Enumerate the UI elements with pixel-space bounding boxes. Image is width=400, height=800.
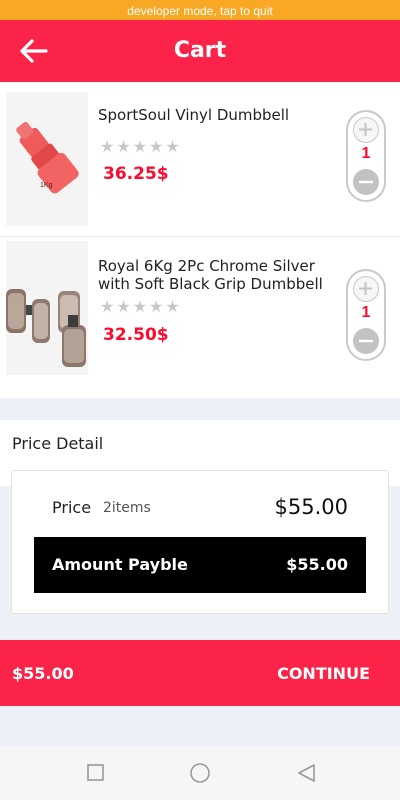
app-bar: Cart	[0, 20, 400, 82]
rating-stars: ★★★★★	[100, 137, 182, 156]
quantity-stepper: 1	[346, 110, 386, 202]
minus-icon[interactable]	[353, 169, 379, 195]
developer-mode-banner[interactable]: developer mode, tap to quit	[0, 0, 400, 20]
amount-payable-value: $55.00	[286, 555, 348, 574]
price-detail-card: Price 2items $55.00 Amount Payble $55.00	[11, 470, 389, 614]
continue-button[interactable]: CONTINUE	[277, 664, 370, 683]
item-name: SportSoul Vinyl Dumbbell	[98, 106, 290, 124]
price-label: Price	[52, 498, 92, 517]
quantity-value: 1	[361, 145, 371, 162]
image-weight-label: 1Kg	[40, 182, 53, 189]
price-total: $55.00	[274, 495, 348, 519]
quantity-stepper: 1	[346, 269, 386, 361]
product-image-chrome-dumbbell	[6, 241, 88, 375]
minus-icon[interactable]	[353, 328, 379, 354]
item-name: Royal 6Kg 2Pc Chrome Silver with Soft Bl…	[98, 257, 323, 293]
item-price: 36.25$	[103, 164, 169, 184]
checkout-total: $55.00	[12, 664, 74, 683]
plus-icon[interactable]	[353, 276, 379, 302]
rating-stars: ★★★★★	[100, 297, 182, 316]
quantity-value: 1	[361, 304, 371, 321]
checkout-bar: $55.00 CONTINUE	[0, 640, 400, 706]
plus-icon[interactable]	[353, 117, 379, 143]
product-image-vinyl-dumbbell: 1Kg	[6, 92, 88, 226]
square-icon[interactable]	[85, 762, 107, 784]
cart-item[interactable]: Royal 6Kg 2Pc Chrome Silver with Soft Bl…	[0, 236, 400, 384]
back-triangle-icon[interactable]	[296, 762, 318, 784]
item-price: 32.50$	[103, 325, 169, 345]
amount-payable-row: Amount Payble $55.00	[34, 537, 366, 593]
page-title: Cart	[173, 38, 227, 63]
cart-list: 1Kg SportSoul Vinyl Dumbbell ★★★★★ 36.25…	[0, 82, 400, 398]
items-count: 2items	[103, 500, 151, 516]
cart-item[interactable]: 1Kg SportSoul Vinyl Dumbbell ★★★★★ 36.25…	[0, 88, 400, 236]
system-navigation-bar	[0, 746, 400, 800]
price-detail-title: Price Detail	[12, 434, 104, 453]
amount-payable-label: Amount Payble	[52, 555, 188, 574]
circle-icon[interactable]	[189, 762, 211, 784]
